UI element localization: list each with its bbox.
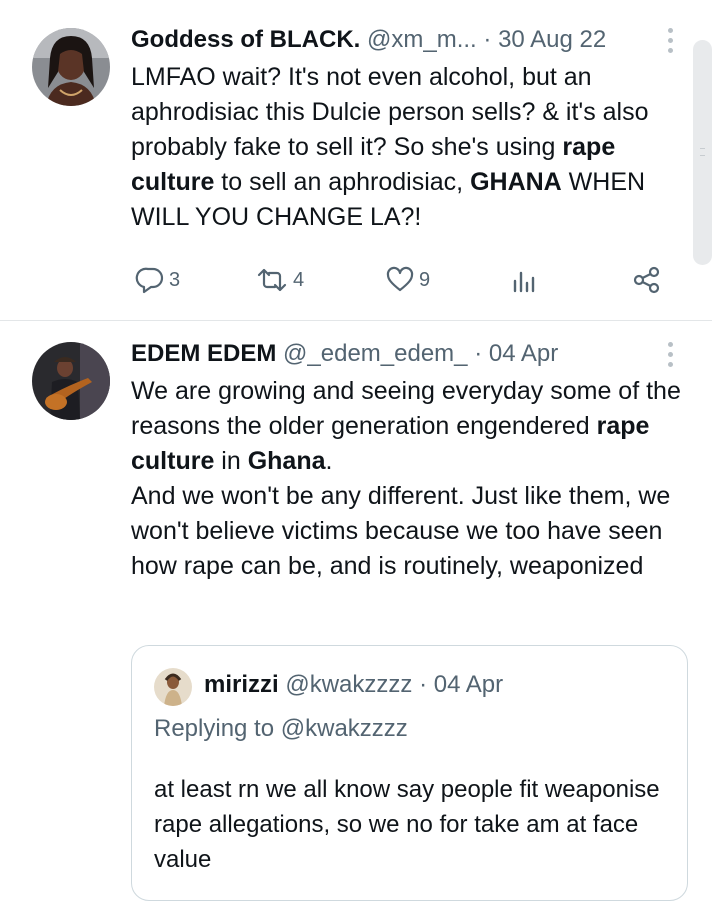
quoted-author-handle[interactable]: @kwakzzzz (285, 671, 412, 698)
retweet-button[interactable]: 4 (255, 260, 304, 300)
separator: · (483, 26, 492, 53)
separator: · (419, 671, 428, 698)
tweet[interactable]: Goddess of BLACK. @xm_m... · 30 Aug 22 L… (0, 0, 720, 322)
tweet-date[interactable]: 04 Apr (489, 340, 558, 367)
quoted-tweet-date[interactable]: 04 Apr (434, 671, 503, 698)
like-count: 9 (419, 268, 431, 291)
tweet-text: LMFAO wait? It's not even alcohol, but a… (131, 60, 691, 235)
quoted-author-name[interactable]: mirizzi (204, 671, 279, 698)
avatar[interactable] (154, 668, 192, 706)
author-name[interactable]: EDEM EDEM (131, 340, 276, 367)
quoted-tweet-text: at least rn we all know say people fit w… (154, 776, 660, 873)
tweet-actions: 3 4 9 (131, 260, 671, 300)
bold-text: Ghana (247, 447, 326, 475)
tweet[interactable]: EDEM EDEM @_edem_edem_ · 04 Apr We are g… (0, 322, 720, 906)
replying-to: Replying to @kwakzzzz (154, 712, 408, 746)
text-segment: in (214, 447, 248, 475)
author-handle[interactable]: @xm_m... (367, 26, 477, 53)
retweet-count: 4 (293, 268, 305, 291)
more-vertical-icon[interactable] (664, 28, 676, 56)
share-icon (633, 266, 660, 294)
text-segment: to sell an aphrodisiac, (214, 168, 471, 196)
views-icon (513, 271, 535, 293)
tweet-header: EDEM EDEM @_edem_edem_ · 04 Apr (131, 338, 558, 370)
text-segment: And we won't be any different. Just like… (131, 482, 671, 580)
replying-handle[interactable]: @kwakzzzz (281, 715, 408, 742)
author-handle[interactable]: @_edem_edem_ (283, 340, 467, 367)
share-button[interactable] (631, 260, 663, 300)
quoted-tweet[interactable]: mirizzi @kwakzzzz · 04 Apr Replying to @… (131, 645, 688, 901)
reply-count: 3 (169, 268, 181, 291)
scrollbar[interactable] (693, 40, 712, 265)
reply-button[interactable]: 3 (135, 260, 180, 300)
tweet-date[interactable]: 30 Aug 22 (498, 26, 606, 53)
divider (0, 320, 712, 321)
tweet-text: We are growing and seeing everyday some … (131, 374, 691, 584)
more-vertical-icon[interactable] (664, 342, 676, 370)
scrollbar-grip (700, 148, 705, 156)
separator: · (474, 340, 483, 367)
text-segment: . (325, 447, 333, 475)
tweet-header: Goddess of BLACK. @xm_m... · 30 Aug 22 (131, 24, 606, 56)
views-button[interactable] (509, 260, 539, 300)
reply-icon (135, 267, 164, 294)
author-name[interactable]: Goddess of BLACK. (131, 26, 360, 53)
avatar[interactable] (32, 28, 110, 106)
bold-text: GHANA (470, 168, 562, 196)
heart-icon (386, 266, 414, 292)
quoted-tweet-header: mirizzi @kwakzzzz · 04 Apr (204, 668, 503, 702)
like-button[interactable]: 9 (385, 260, 430, 300)
replying-prefix: Replying to (154, 715, 275, 742)
avatar[interactable] (32, 342, 110, 420)
retweet-icon (257, 268, 287, 292)
